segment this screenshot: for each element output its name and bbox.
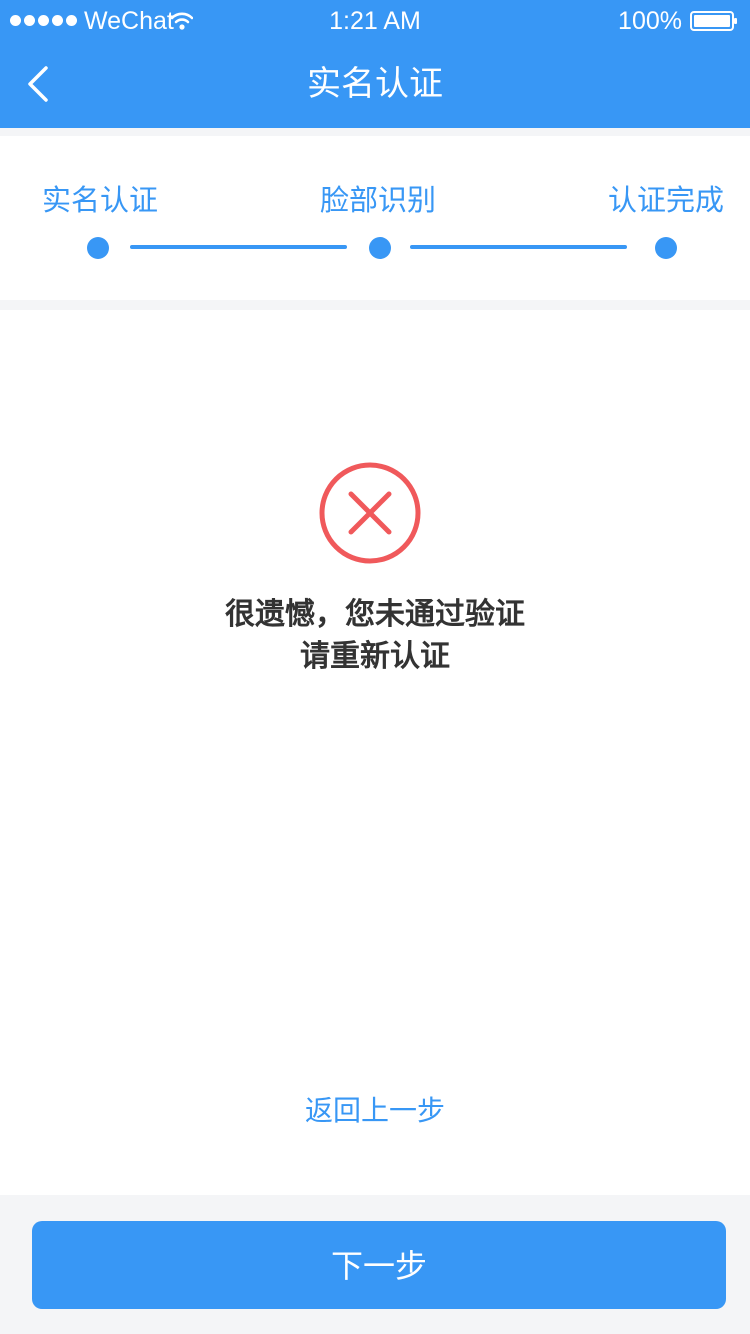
result-panel: 很遗憾，您未通过验证 请重新认证 返回上一步 bbox=[0, 310, 750, 1195]
battery-percent: 100% bbox=[618, 7, 682, 35]
footer: 下一步 bbox=[0, 1195, 750, 1334]
nav-bar: 实名认证 bbox=[0, 42, 750, 128]
result-instruction: 请重新认证 bbox=[300, 639, 450, 674]
step-dot-realname bbox=[87, 237, 109, 259]
step-progress: 实名认证 脸部识别 认证完成 bbox=[0, 136, 750, 300]
page-title: 实名认证 bbox=[307, 64, 443, 104]
step-dot-face bbox=[369, 237, 391, 259]
step-label-realname: 实名认证 bbox=[42, 183, 159, 217]
step-label-face: 脸部识别 bbox=[320, 183, 437, 217]
status-bar: WeChat 1:21 AM 100% bbox=[0, 0, 750, 42]
step-dot-complete bbox=[655, 237, 677, 259]
battery-full-icon bbox=[690, 11, 737, 31]
step-connector-2 bbox=[410, 245, 627, 249]
app-header: WeChat 1:21 AM 100% 实名认证 bbox=[0, 0, 750, 128]
error-circle-icon bbox=[319, 462, 421, 564]
step-connector-1 bbox=[130, 245, 347, 249]
step-label-complete: 认证完成 bbox=[608, 183, 725, 217]
next-button[interactable]: 下一步 bbox=[32, 1221, 726, 1309]
result-message: 很遗憾，您未通过验证 bbox=[225, 597, 525, 632]
back-step-link[interactable]: 返回上一步 bbox=[0, 1091, 750, 1131]
